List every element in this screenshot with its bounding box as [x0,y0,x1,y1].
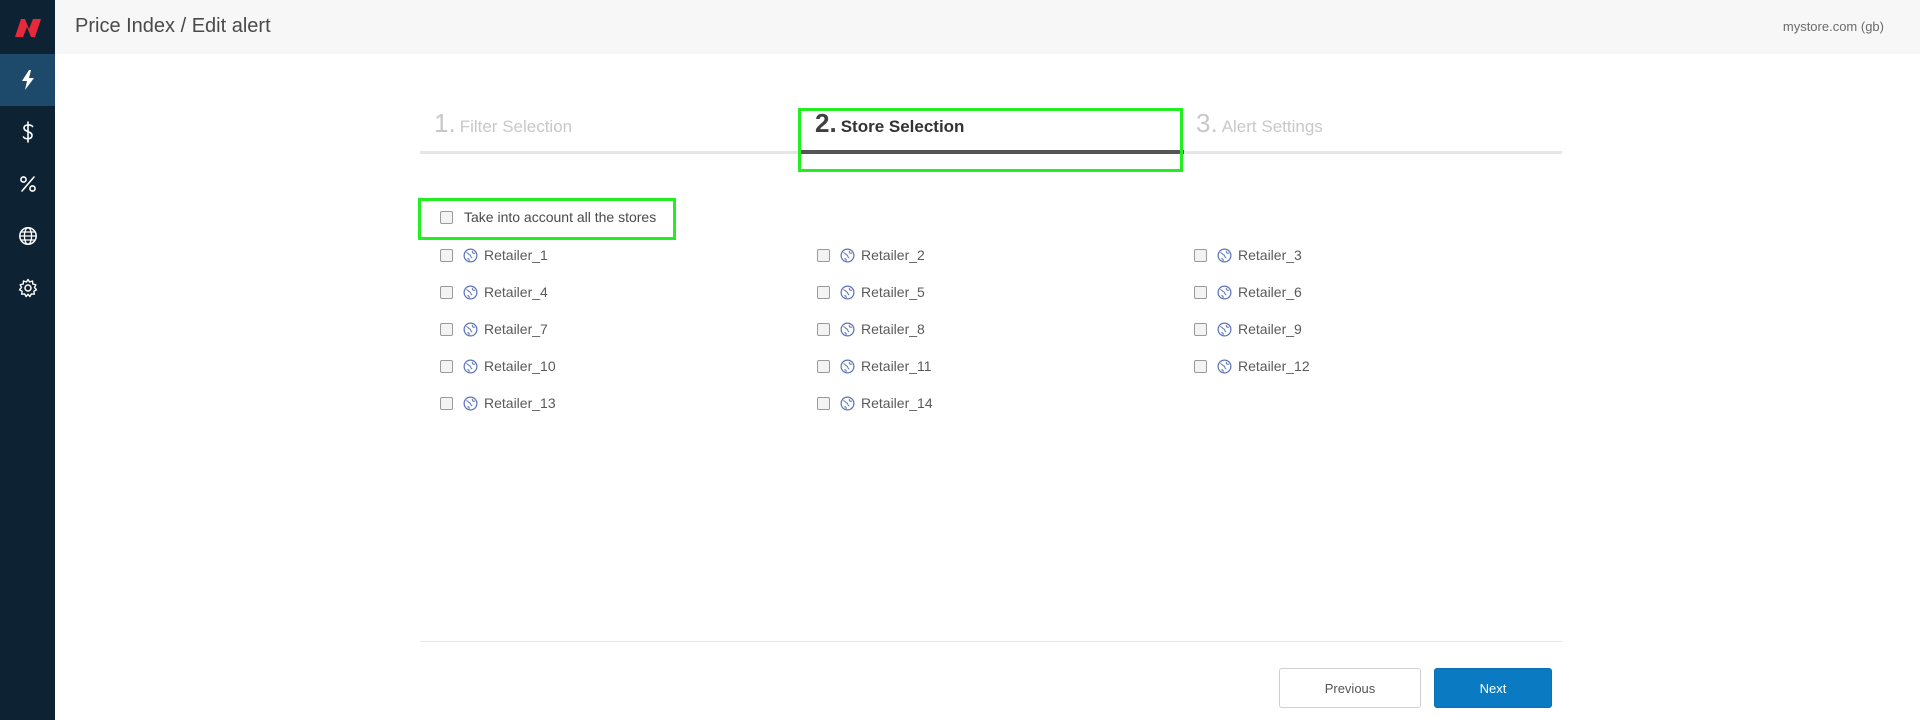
retailer-name: Retailer_11 [861,358,932,374]
globe-icon [463,248,478,262]
next-button[interactable]: Next [1434,668,1552,708]
step-number: 3. [1196,108,1218,138]
dollar-icon [22,121,33,143]
globe-icon [840,396,855,410]
sidebar-item-markets[interactable] [0,210,55,262]
brand-logo[interactable] [0,0,55,54]
retailer-checkbox[interactable] [1194,359,1207,373]
sidebar-item-pricing[interactable] [0,106,55,158]
previous-button[interactable]: Previous [1279,668,1421,708]
select-all-label: Take into account all the stores [464,209,657,225]
sidebar-item-settings[interactable] [0,262,55,314]
globe-icon [18,227,37,245]
retailer-name: Retailer_8 [861,321,925,337]
retailer-item[interactable]: Retailer_2 [817,245,925,265]
store-selector[interactable]: mystore.com (gb) [1783,19,1884,34]
sidebar-item-alerts[interactable] [0,54,55,106]
gear-icon [18,278,37,298]
highlight-box-step [798,108,1183,172]
retailer-name: Retailer_7 [484,321,548,337]
retailer-name: Retailer_3 [1238,247,1302,263]
retailer-item[interactable]: Retailer_6 [1194,282,1302,302]
retailer-checkbox[interactable] [817,285,830,299]
retailer-name: Retailer_10 [484,358,556,374]
percent-icon [19,176,36,192]
retailer-checkbox[interactable] [817,248,830,262]
logo-icon [14,19,41,37]
sidebar-item-discounts[interactable] [0,158,55,210]
retailer-name: Retailer_6 [1238,284,1302,300]
retailer-item[interactable]: Retailer_3 [1194,245,1302,265]
globe-icon [1217,322,1232,336]
retailer-checkbox[interactable] [440,248,453,262]
retailer-item[interactable]: Retailer_7 [440,319,548,339]
retailer-checkbox[interactable] [1194,248,1207,262]
retailer-name: Retailer_1 [484,247,548,263]
select-all-checkbox[interactable] [440,210,453,224]
globe-icon [1217,285,1232,299]
retailer-name: Retailer_12 [1238,358,1310,374]
retailer-item[interactable]: Retailer_4 [440,282,548,302]
globe-icon [840,359,855,373]
retailer-name: Retailer_5 [861,284,925,300]
lightning-icon [21,70,34,90]
footer-divider [420,641,1562,642]
step-label: Alert Settings [1221,117,1323,136]
retailer-item[interactable]: Retailer_5 [817,282,925,302]
retailer-item[interactable]: Retailer_11 [817,356,932,376]
globe-icon [840,248,855,262]
page-title: Price Index / Edit alert [75,15,271,37]
retailer-item[interactable]: Retailer_1 [440,245,548,265]
globe-icon [463,396,478,410]
step-label: Filter Selection [459,117,573,136]
retailer-checkbox[interactable] [440,359,453,373]
select-all-stores[interactable]: Take into account all the stores [440,207,656,227]
globe-icon [1217,248,1232,262]
retailer-checkbox[interactable] [1194,322,1207,336]
globe-icon [463,359,478,373]
globe-icon [840,285,855,299]
step-alert-settings[interactable]: 3. Alert Settings [1196,108,1323,154]
retailer-item[interactable]: Retailer_9 [1194,319,1302,339]
step-filter-selection[interactable]: 1. Filter Selection [434,108,572,154]
retailer-checkbox[interactable] [817,359,830,373]
retailer-item[interactable]: Retailer_13 [440,393,556,413]
globe-icon [840,322,855,336]
step-number: 1. [434,108,456,138]
retailer-name: Retailer_9 [1238,321,1302,337]
sidebar [0,0,55,720]
retailer-name: Retailer_4 [484,284,548,300]
retailer-item[interactable]: Retailer_10 [440,356,556,376]
retailer-item[interactable]: Retailer_12 [1194,356,1310,376]
retailer-checkbox[interactable] [440,322,453,336]
retailer-checkbox[interactable] [1194,285,1207,299]
globe-icon [463,322,478,336]
retailer-name: Retailer_2 [861,247,925,263]
retailer-checkbox[interactable] [440,396,453,410]
top-bar: Price Index / Edit alert mystore.com (gb… [55,0,1920,54]
retailer-checkbox[interactable] [817,322,830,336]
globe-icon [463,285,478,299]
retailer-name: Retailer_14 [861,395,933,411]
retailer-checkbox[interactable] [440,285,453,299]
retailer-name: Retailer_13 [484,395,556,411]
globe-icon [1217,359,1232,373]
retailer-checkbox[interactable] [817,396,830,410]
retailer-item[interactable]: Retailer_14 [817,393,933,413]
retailer-item[interactable]: Retailer_8 [817,319,925,339]
